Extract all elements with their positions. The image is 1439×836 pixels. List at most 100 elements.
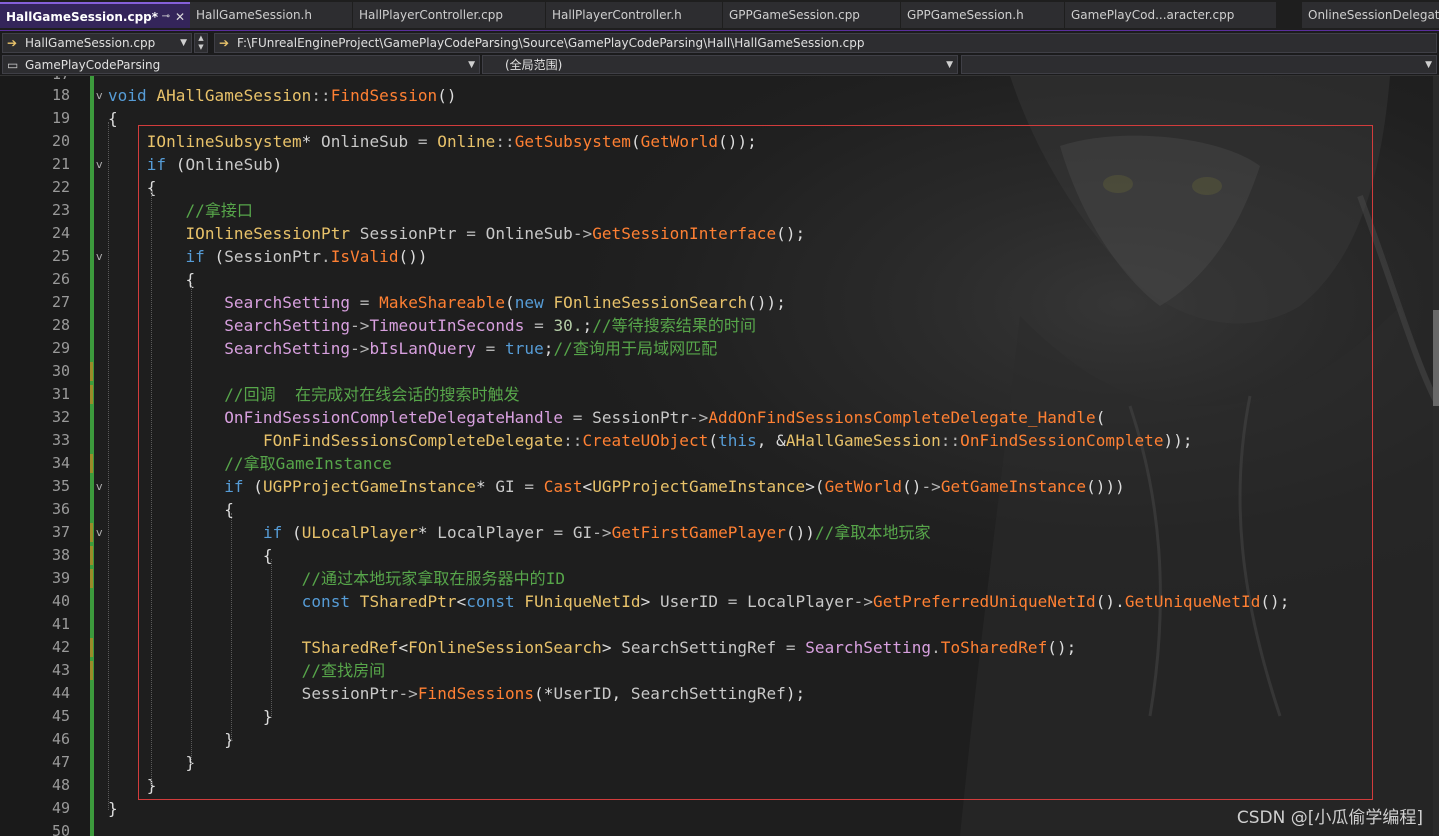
- code-line[interactable]: 30: [0, 360, 1439, 383]
- code-line[interactable]: 29 SearchSetting->bIsLanQuery = true;//查…: [0, 337, 1439, 360]
- code-token: >: [640, 592, 660, 611]
- tab-gameplaycod-character-cpp[interactable]: GamePlayCod...aracter.cpp: [1065, 2, 1276, 28]
- code-line[interactable]: 18 v void AHallGameSession::FindSession(): [0, 84, 1439, 107]
- code-token: //回调 在完成对在线会话的搜索时触发: [224, 385, 520, 404]
- code-token: .: [321, 247, 331, 266]
- code-token: GetWorld: [824, 477, 903, 496]
- code-line[interactable]: 46 }: [0, 728, 1439, 751]
- code-token: FUniqueNetId: [524, 592, 641, 611]
- member-dropdown[interactable]: ▼: [961, 55, 1437, 74]
- change-marker: [90, 661, 93, 680]
- code-line[interactable]: 49}: [0, 797, 1439, 820]
- code-line[interactable]: 40 const TSharedPtr<const FUniqueNetId> …: [0, 590, 1439, 613]
- document-tab-bar: HallGameSession.cpp* ⊸ ✕ HallGameSession…: [0, 0, 1439, 32]
- code-token: ->: [592, 523, 612, 542]
- code-line[interactable]: 38 {: [0, 544, 1439, 567]
- line-number: 22: [51, 178, 70, 196]
- file-selector-dropdown[interactable]: ➔ HallGameSession.cpp ▼: [2, 33, 192, 53]
- code-line[interactable]: 47 }: [0, 751, 1439, 774]
- collapse-chevron-icon[interactable]: v: [96, 245, 106, 268]
- code-line[interactable]: 41: [0, 613, 1439, 636]
- collapse-chevron-icon[interactable]: v: [96, 475, 106, 498]
- change-marker: [90, 638, 93, 657]
- code-line[interactable]: 24 IOnlineSessionPtr SessionPtr = Online…: [0, 222, 1439, 245]
- close-icon[interactable]: ✕: [175, 4, 185, 28]
- tab-gppgamesession-cpp[interactable]: GPPGameSession.cpp: [723, 2, 900, 28]
- file-spin-button[interactable]: ▲ ▼: [194, 33, 208, 53]
- scrollbar-thumb[interactable]: [1433, 310, 1439, 406]
- code-line[interactable]: 22 {: [0, 176, 1439, 199]
- vertical-scrollbar[interactable]: [1433, 76, 1439, 836]
- code-text: }: [108, 728, 234, 751]
- code-token: UGPProjectGameInstance: [262, 477, 476, 496]
- code-token: ->: [921, 477, 941, 496]
- code-line[interactable]: 33 FOnFindSessionsCompleteDelegate::Crea…: [0, 429, 1439, 452]
- code-text: SessionPtr->FindSessions(*UserID, Search…: [108, 682, 806, 705]
- code-line[interactable]: 44 SessionPtr->FindSessions(*UserID, Sea…: [0, 682, 1439, 705]
- collapse-chevron-icon[interactable]: v: [96, 84, 106, 107]
- code-line[interactable]: 34 //拿取GameInstance: [0, 452, 1439, 475]
- collapse-chevron-icon[interactable]: v: [96, 521, 106, 544]
- project-dropdown[interactable]: ▭ GamePlayCodeParsing ▼: [2, 55, 480, 74]
- code-token: ());: [718, 132, 757, 151]
- code-line[interactable]: 37 v if (ULocalPlayer* LocalPlayer = GI->…: [0, 521, 1439, 544]
- code-line[interactable]: 19 {: [0, 107, 1439, 130]
- tab-hallgamesession-cpp[interactable]: HallGameSession.cpp* ⊸ ✕: [0, 2, 190, 28]
- code-token: ();: [776, 224, 806, 243]
- tab-label: HallPlayerController.h: [552, 8, 682, 22]
- code-token: AHallGameSession: [156, 86, 312, 105]
- code-token: //等待搜索结果的时间: [592, 316, 757, 335]
- indent-guide: [151, 191, 152, 787]
- tab-hallplayercontroller-h[interactable]: HallPlayerController.h: [546, 2, 722, 28]
- code-token: UserID: [659, 592, 719, 611]
- code-line[interactable]: 36 {: [0, 498, 1439, 521]
- code-line[interactable]: 50: [0, 820, 1439, 836]
- tab-hallplayercontroller-cpp[interactable]: HallPlayerController.cpp: [353, 2, 545, 28]
- scope-navigation-bar: ▭ GamePlayCodeParsing ▼ (全局范围) ▼ ▼: [0, 55, 1439, 76]
- code-line[interactable]: 48 }: [0, 774, 1439, 797]
- code-line[interactable]: 27 SearchSetting = MakeShareable(new FOn…: [0, 291, 1439, 314]
- code-token: (): [437, 86, 457, 105]
- tab-gppgamesession-h[interactable]: GPPGameSession.h: [901, 2, 1064, 28]
- code-line[interactable]: 23 //拿接口: [0, 199, 1439, 222]
- file-path-field[interactable]: ➔ F:\FUnrealEngineProject\GamePlayCodePa…: [214, 33, 1437, 53]
- line-number: 49: [51, 799, 70, 817]
- code-line[interactable]: 32 OnFindSessionCompleteDelegateHandle =…: [0, 406, 1439, 429]
- tab-hallgamesession-h[interactable]: HallGameSession.h: [190, 2, 352, 28]
- indent-guide: [191, 283, 192, 764]
- code-token: TimeoutInSeconds: [369, 316, 525, 335]
- code-text: //通过本地玩家拿取在服务器中的ID: [108, 567, 565, 590]
- code-line[interactable]: 31 //回调 在完成对在线会话的搜索时触发: [0, 383, 1439, 406]
- scope-dropdown[interactable]: (全局范围) ▼: [482, 55, 958, 74]
- code-line[interactable]: 45 }: [0, 705, 1439, 728]
- code-line[interactable]: 39 //通过本地玩家拿取在服务器中的ID: [0, 567, 1439, 590]
- code-line[interactable]: 25 v if (SessionPtr.IsValid()): [0, 245, 1439, 268]
- tab-label: OnlineSessionDelegate: [1308, 8, 1439, 22]
- code-line[interactable]: 26 {: [0, 268, 1439, 291]
- code-text: const TSharedPtr<const FUniqueNetId> Use…: [108, 590, 1290, 613]
- code-token: (: [166, 155, 186, 174]
- code-editor[interactable]: 17 18vvoid AHallGameSession::FindSession…: [0, 76, 1439, 836]
- code-token: GI: [495, 477, 515, 496]
- code-line[interactable]: 28 SearchSetting->TimeoutInSeconds = 30.…: [0, 314, 1439, 337]
- code-line[interactable]: 35 v if (UGPProjectGameInstance* GI = Cas…: [0, 475, 1439, 498]
- collapse-chevron-icon[interactable]: v: [96, 153, 106, 176]
- code-line[interactable]: 20 IOnlineSubsystem* OnlineSub = Online:…: [0, 130, 1439, 153]
- code-line[interactable]: 43 //查找房间: [0, 659, 1439, 682]
- code-token: SearchSetting: [224, 339, 351, 358]
- code-token: TSharedRef: [301, 638, 399, 657]
- code-token: ->: [689, 408, 709, 427]
- pin-icon[interactable]: ⊸: [162, 4, 170, 28]
- line-number: 18: [51, 86, 70, 104]
- code-token: ULocalPlayer: [301, 523, 418, 542]
- code-line[interactable]: 21 v if (OnlineSub): [0, 153, 1439, 176]
- line-number: 40: [51, 592, 70, 610]
- code-token: ();: [1260, 592, 1290, 611]
- code-line[interactable]: 42 TSharedRef<FOnlineSessionSearch> Sear…: [0, 636, 1439, 659]
- tab-onlinesessiondelegate[interactable]: OnlineSessionDelegate: [1302, 2, 1439, 28]
